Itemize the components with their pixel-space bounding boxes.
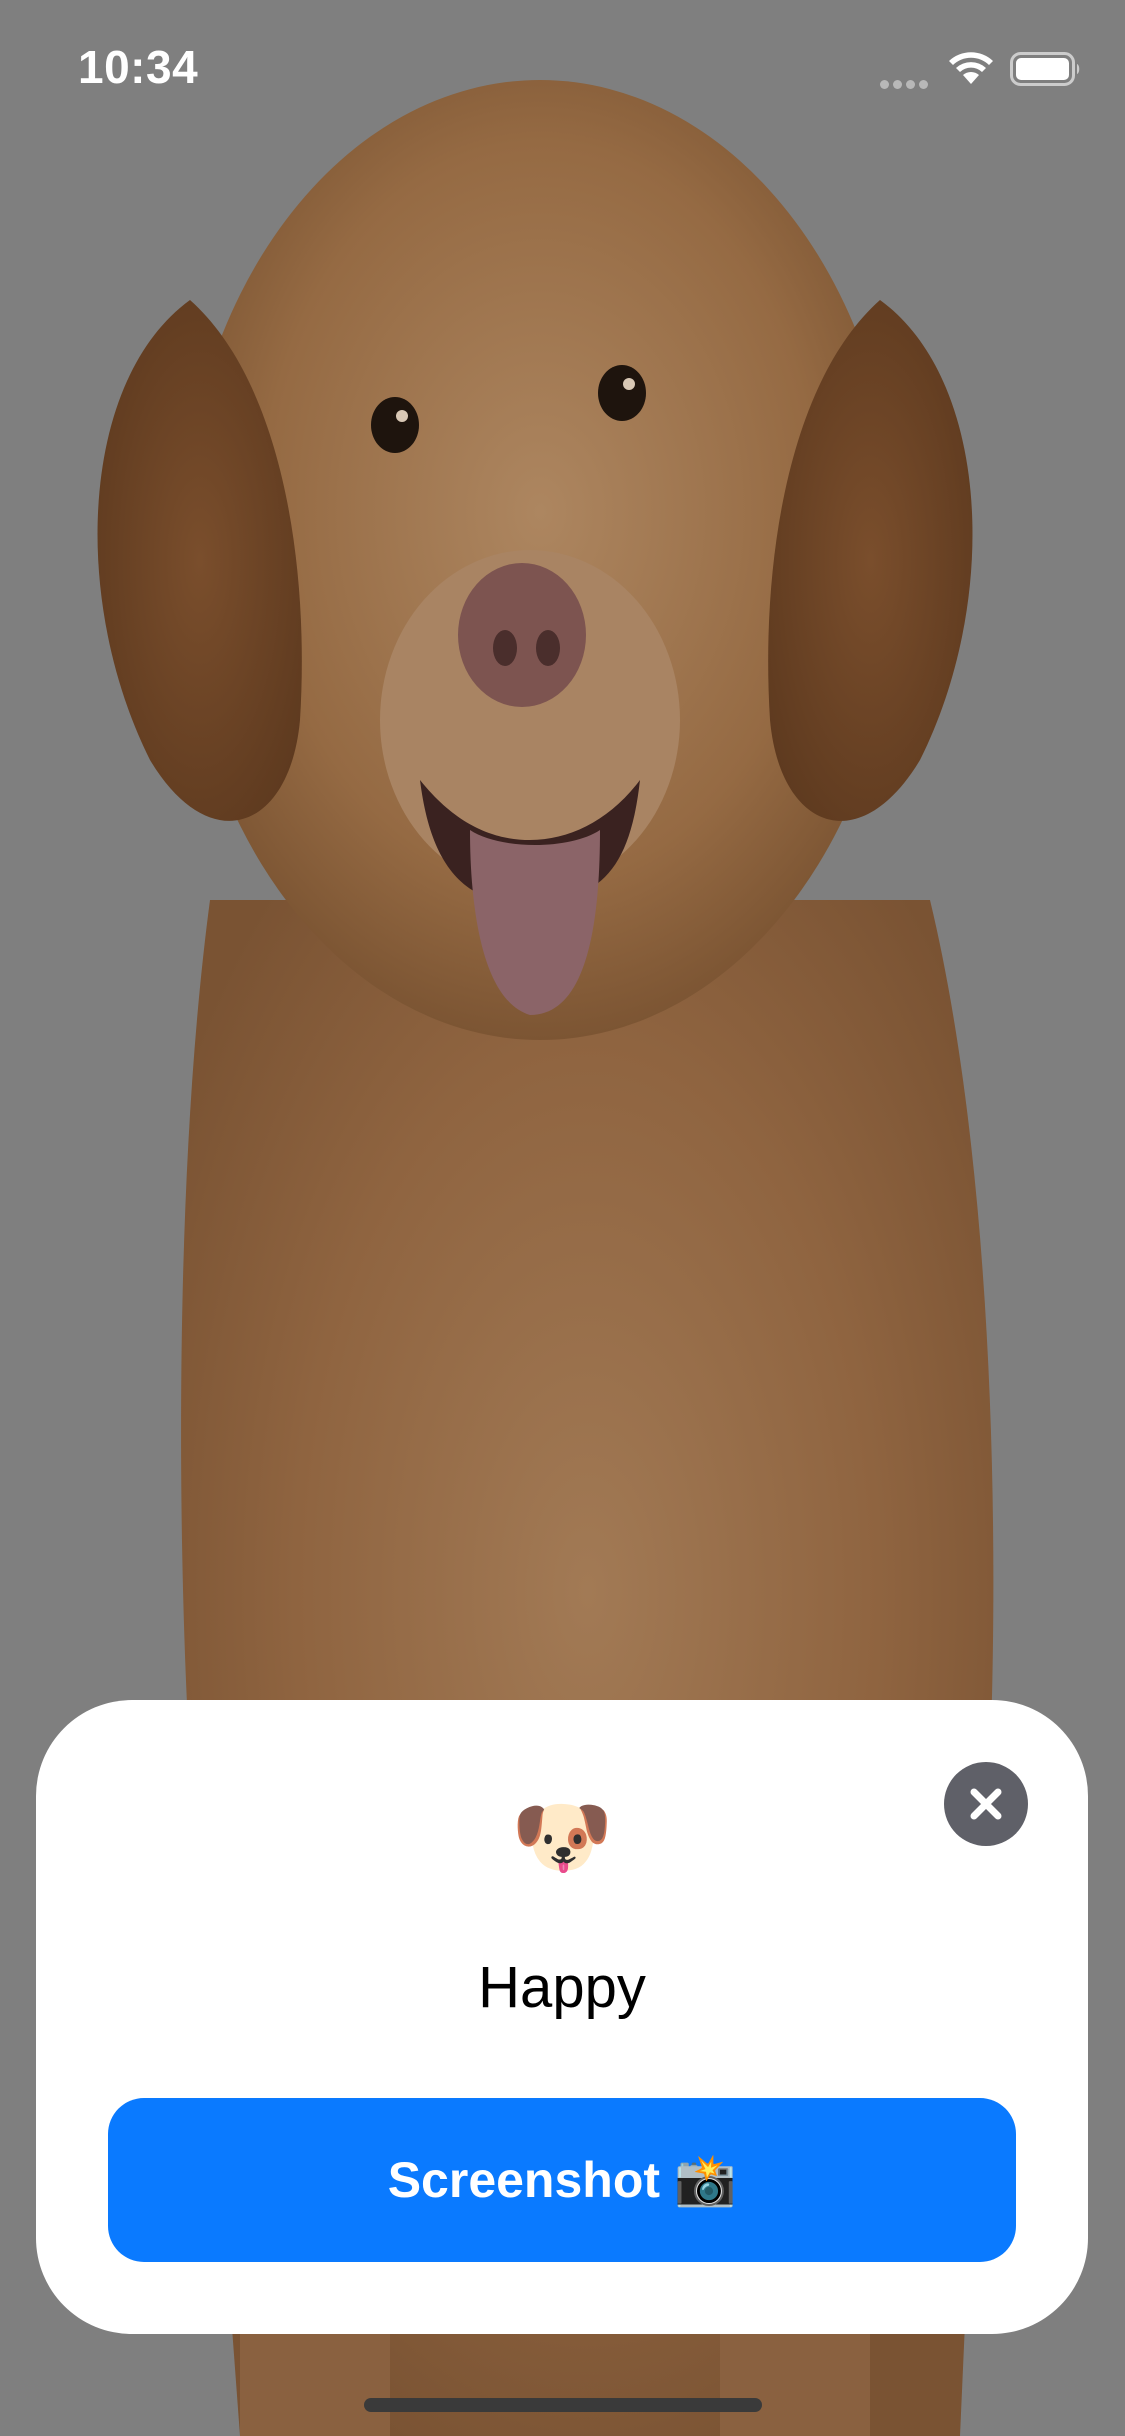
mood-card: 🐶 Happy Screenshot 📸 (36, 1700, 1088, 2334)
camera-flash-icon: 📸 (674, 2151, 737, 2208)
home-indicator[interactable] (364, 2398, 762, 2412)
battery-full-icon (1010, 52, 1080, 86)
dog-face-emoji: 🐶 (510, 1792, 614, 1883)
status-bar: 10:34 (0, 0, 1125, 140)
mood-label: Happy (478, 1955, 646, 2020)
wifi-icon (949, 52, 993, 84)
screenshot-button-label: Screenshot (387, 2152, 661, 2208)
status-time: 10:34 (78, 41, 199, 93)
cellular-signal-icon (880, 76, 932, 89)
screen: 10:34 🐶 Happy Screenshot 📸 (0, 0, 1125, 2436)
screenshot-button[interactable]: Screenshot 📸 (108, 2098, 1016, 2262)
